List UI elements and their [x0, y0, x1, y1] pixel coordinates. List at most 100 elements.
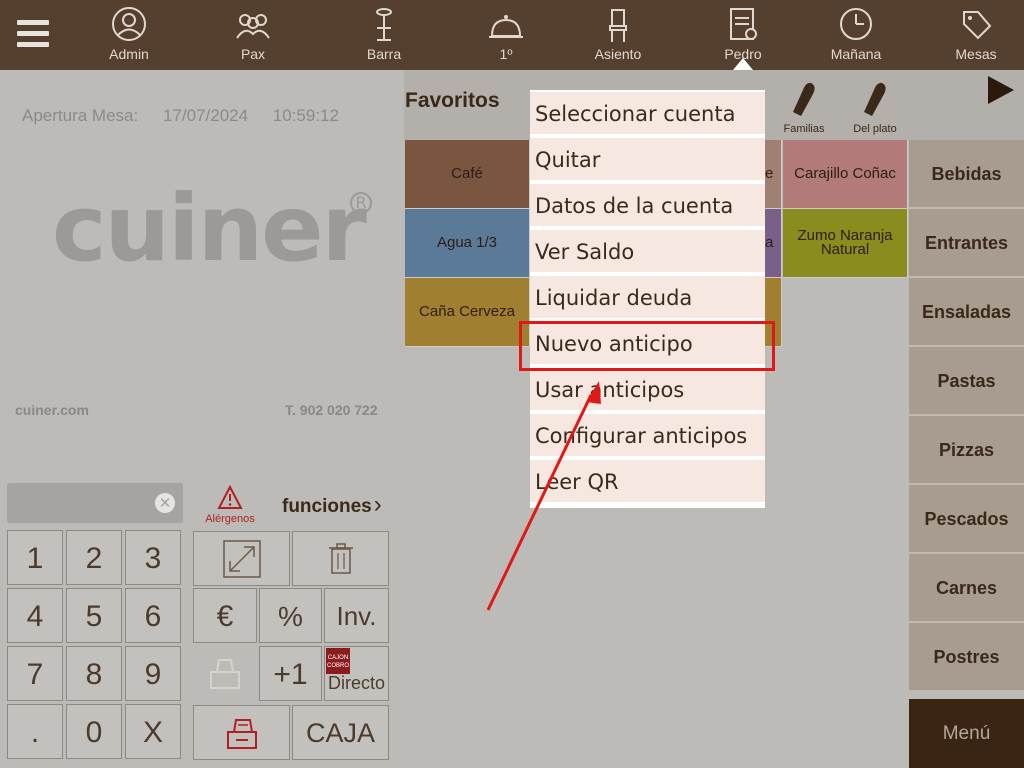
product-tile-label: Agua 1/3	[436, 234, 498, 251]
product-tile-label: Caña Cerveza	[419, 303, 515, 320]
key-3[interactable]: 3	[125, 530, 181, 585]
percent-button[interactable]: %	[259, 588, 322, 643]
product-tile-label: a	[765, 234, 774, 251]
product-tile[interactable]: Agua 1/3	[405, 209, 530, 278]
key-4[interactable]: 4	[7, 588, 63, 643]
topbar-admin-label: Admin	[109, 46, 149, 62]
key-7[interactable]: 7	[7, 646, 63, 701]
key-5[interactable]: 5	[66, 588, 122, 643]
category-carnes[interactable]: Carnes	[909, 554, 1024, 622]
euro-button[interactable]: €	[193, 588, 257, 643]
registered-mark-icon: R	[350, 192, 372, 214]
familias-button[interactable]: Familias	[774, 80, 834, 140]
topbar-manana[interactable]: Mañana	[811, 0, 901, 70]
key-6[interactable]: 6	[125, 588, 181, 643]
cajon-label: CAJON	[327, 655, 349, 661]
resize-button[interactable]	[193, 531, 290, 586]
topbar-barra[interactable]: Barra	[339, 0, 429, 70]
product-tile[interactable]: Carajillo Coñac	[783, 140, 908, 209]
salt-shaker-icon	[793, 82, 815, 116]
category-ensaladas[interactable]: Ensaladas	[909, 278, 1024, 346]
menu-item-datos-cuenta[interactable]: Datos de la cuenta	[530, 184, 765, 226]
receipt-printer-icon	[210, 659, 240, 689]
directo-button[interactable]: CAJON COBRO Directo	[324, 646, 389, 701]
topbar-course-label: 1º	[499, 46, 513, 62]
topbar-mesas[interactable]: Mesas	[931, 0, 1021, 70]
alergenos-button[interactable]: Alérgenos	[200, 483, 260, 527]
category-pizzas[interactable]: Pizzas	[909, 416, 1024, 484]
cuiner-logo: cuiner	[52, 175, 367, 282]
product-tile[interactable]: e	[765, 140, 782, 209]
people-icon	[236, 14, 270, 39]
menu-item-usar-anticipos[interactable]: Usar anticipos	[530, 368, 765, 410]
menu-item-leer-qr[interactable]: Leer QR	[530, 460, 765, 502]
directo-label: Directo	[327, 673, 385, 693]
menu-item-quitar[interactable]: Quitar	[530, 138, 765, 180]
category-bebidas[interactable]: Bebidas	[909, 140, 1024, 208]
funciones-button[interactable]: funciones›	[282, 491, 382, 519]
topbar-course[interactable]: 1º	[461, 0, 551, 70]
apertura-label: Apertura Mesa:	[22, 106, 139, 125]
clear-icon[interactable]: ✕	[155, 493, 175, 513]
menu-button[interactable]: Menú	[909, 699, 1024, 768]
favorites-title: Favoritos	[405, 89, 500, 112]
category-postres[interactable]: Postres	[909, 623, 1024, 691]
product-tile-label: Carajillo Coñac	[794, 165, 896, 182]
trash-icon	[328, 543, 353, 574]
product-tile[interactable]: Zumo Naranja Natural	[783, 209, 908, 278]
topbar-barra-label: Barra	[366, 46, 402, 62]
key-1[interactable]: 1	[7, 530, 63, 585]
product-tile-label: e	[765, 165, 774, 182]
chevron-right-icon: ›	[373, 491, 382, 518]
topbar-mesas-label: Mesas	[955, 46, 997, 62]
product-tile[interactable]: a	[765, 209, 782, 278]
funciones-label: funciones	[282, 496, 372, 517]
topbar-pax[interactable]: Pax	[208, 0, 298, 70]
dropdown-caret-icon	[733, 58, 753, 70]
alergenos-label: Alérgenos	[205, 513, 255, 525]
cobro-label: COBRO	[326, 663, 349, 669]
topbar-asiento[interactable]: Asiento	[573, 0, 663, 70]
menu-item-seleccionar-cuenta[interactable]: Seleccionar cuenta	[530, 92, 765, 134]
key-2[interactable]: 2	[66, 530, 122, 585]
highlight-box	[519, 321, 775, 371]
website-text: cuiner.com	[15, 402, 89, 418]
topbar-manana-label: Mañana	[830, 46, 882, 62]
topbar-asiento-label: Asiento	[594, 46, 642, 62]
menu-item-configurar-anticipos[interactable]: Configurar anticipos	[530, 414, 765, 456]
key-9[interactable]: 9	[125, 646, 181, 701]
product-tile[interactable]: Caña Cerveza	[405, 278, 530, 347]
cash-drawer-button[interactable]	[193, 705, 290, 760]
menu-item-liquidar-deuda[interactable]: Liquidar deuda	[530, 276, 765, 318]
product-tile-label: Café	[451, 165, 483, 182]
user-icon	[112, 7, 146, 41]
hamburger-menu-icon[interactable]	[17, 20, 49, 48]
key-8[interactable]: 8	[66, 646, 122, 701]
key-0[interactable]: 0	[66, 704, 122, 759]
category-pescados[interactable]: Pescados	[909, 485, 1024, 553]
del-plato-button[interactable]: Del plato	[845, 80, 905, 140]
product-tile-label: Zumo Naranja Natural	[797, 227, 893, 258]
delete-button[interactable]	[292, 531, 389, 586]
print-receipt-button[interactable]	[193, 646, 257, 701]
number-input[interactable]: ✕	[7, 483, 183, 523]
product-tile[interactable]: Café	[405, 140, 530, 209]
next-page-play-icon[interactable]	[988, 76, 1014, 104]
familias-label: Familias	[783, 123, 825, 135]
key-x[interactable]: X	[125, 704, 181, 759]
topbar-pax-label: Pax	[240, 46, 266, 62]
warning-icon	[217, 485, 243, 509]
bar-stool-icon	[376, 8, 392, 41]
plus-one-button[interactable]: +1	[259, 646, 322, 701]
cloche-icon	[489, 15, 523, 38]
category-entrantes[interactable]: Entrantes	[909, 209, 1024, 277]
topbar-admin[interactable]: Admin	[84, 0, 174, 70]
key-dot[interactable]: .	[7, 704, 63, 759]
category-pastas[interactable]: Pastas	[909, 347, 1024, 415]
invitation-button[interactable]: Inv.	[324, 588, 389, 643]
phone-text: T. 902 020 722	[285, 402, 378, 418]
menu-item-ver-saldo[interactable]: Ver Saldo	[530, 230, 765, 272]
caja-button[interactable]: CAJA	[292, 705, 389, 760]
account-dropdown-menu: Seleccionar cuenta Quitar Datos de la cu…	[530, 90, 765, 508]
expand-arrows-icon	[222, 540, 261, 578]
